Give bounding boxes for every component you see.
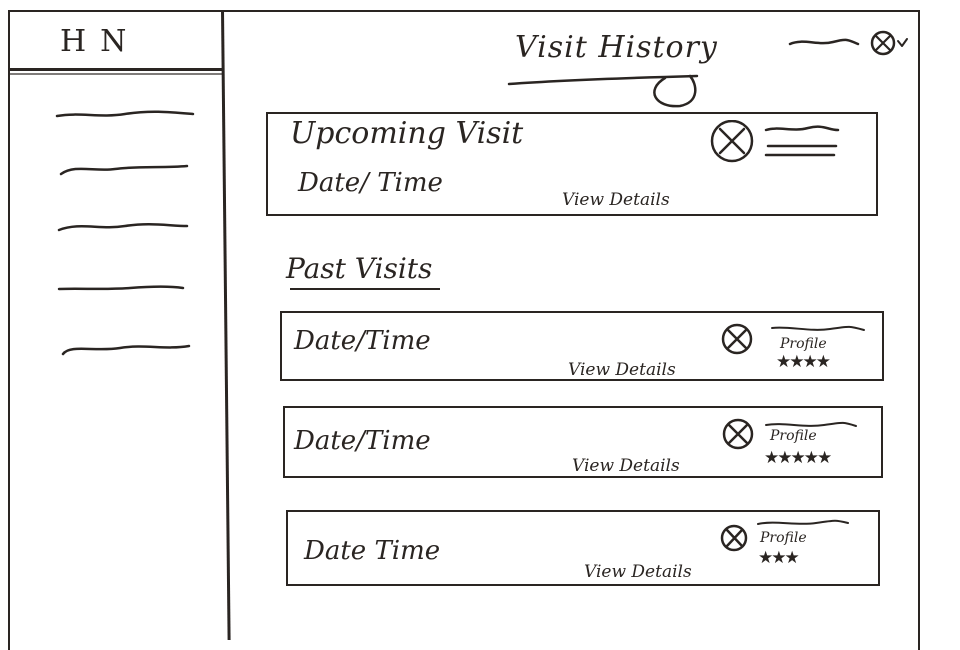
sidebar-item-1[interactable] [55, 106, 195, 124]
doctor-name-scribble [757, 519, 849, 525]
upcoming-avatar-icon [710, 120, 840, 163]
doctor-avatar-icon [722, 418, 754, 450]
sidebar-item-3[interactable] [55, 218, 195, 236]
past-visit-view-details-link[interactable]: View Details [572, 456, 680, 476]
sidebar [8, 10, 224, 640]
doctor-name-scribble [771, 325, 865, 331]
rating-stars: ★★★ [758, 548, 800, 568]
page-title: Visit History [515, 30, 718, 65]
rating-stars: ★★★★★ [764, 448, 832, 468]
sidebar-item-5[interactable] [55, 340, 195, 358]
doctor-profile-link[interactable]: Profile [780, 336, 827, 352]
app-logo[interactable]: HN [60, 24, 140, 59]
past-visits-heading: Past Visits [286, 252, 433, 285]
chevron-down-icon [897, 38, 908, 47]
rating-stars: ★★★★ [776, 352, 831, 372]
upcoming-visit-heading: Upcoming Visit [290, 116, 524, 151]
past-visit-datetime: Date/Time [294, 426, 431, 456]
doctor-avatar-icon [720, 524, 748, 552]
past-visit-view-details-link[interactable]: View Details [568, 360, 676, 380]
past-visit-datetime: Date Time [304, 536, 441, 566]
upcoming-visit-datetime: Date/ Time [298, 168, 443, 198]
header-user-menu[interactable] [788, 30, 928, 60]
doctor-profile-link[interactable]: Profile [770, 428, 817, 444]
sidebar-item-2[interactable] [55, 160, 195, 178]
sidebar-header-divider [10, 68, 224, 71]
past-visits-underline [290, 288, 440, 290]
title-underline [507, 74, 699, 108]
past-visit-datetime: Date/Time [294, 326, 431, 356]
past-visit-view-details-link[interactable]: View Details [584, 562, 692, 582]
sidebar-header-divider-shadow [10, 73, 224, 75]
upcoming-view-details-link[interactable]: View Details [562, 190, 670, 210]
sidebar-item-4[interactable] [55, 280, 195, 298]
user-avatar-icon [870, 30, 896, 56]
doctor-avatar-icon [721, 323, 753, 355]
doctor-profile-link[interactable]: Profile [760, 530, 807, 546]
